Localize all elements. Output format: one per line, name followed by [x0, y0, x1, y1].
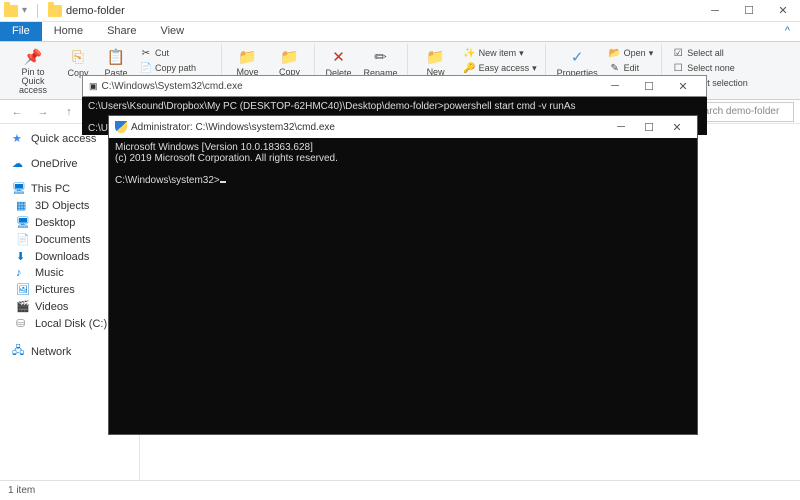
tab-home[interactable]: Home — [42, 22, 95, 41]
ribbon-expand-icon[interactable]: ^ — [775, 22, 800, 41]
minimize-button[interactable]: ─ — [698, 0, 732, 22]
item-count: 1 item — [8, 485, 35, 496]
explorer-titlebar: ▾ demo-folder ─ ☐ ✕ — [0, 0, 800, 22]
desktop-icon: 🖥 — [16, 216, 30, 229]
tab-view[interactable]: View — [148, 22, 196, 41]
cmd-icon: ▣ — [89, 81, 98, 92]
close-button[interactable]: ✕ — [766, 0, 800, 22]
folder-icon — [4, 5, 18, 17]
nav-back-button[interactable]: ← — [6, 102, 28, 122]
cmd-window-admin: Administrator: C:\Windows\system32\cmd.e… — [108, 115, 698, 435]
copy-path-button[interactable]: 📄Copy path — [138, 61, 215, 75]
star-icon: ★ — [12, 132, 26, 145]
open-button[interactable]: 📂Open ▾ — [607, 46, 656, 60]
nav-up-button[interactable]: ↑ — [58, 102, 80, 122]
cube-icon: ▦ — [16, 199, 30, 212]
tab-share[interactable]: Share — [95, 22, 148, 41]
cmd2-titlebar[interactable]: Administrator: C:\Windows\system32\cmd.e… — [109, 116, 697, 138]
cmd2-output[interactable]: Microsoft Windows [Version 10.0.18363.62… — [109, 138, 697, 434]
cut-button[interactable]: ✂Cut — [138, 46, 215, 60]
music-icon: ♪ — [16, 267, 30, 279]
close-button[interactable]: ✕ — [663, 116, 691, 138]
select-none-button[interactable]: ☐Select none — [670, 61, 750, 75]
pin-quick-access-button[interactable]: 📌Pin to Quick access — [10, 46, 56, 96]
tab-file[interactable]: File — [0, 22, 42, 41]
edit-button[interactable]: ✎Edit — [607, 61, 656, 75]
cmd2-title-text: Administrator: C:\Windows\system32\cmd.e… — [131, 122, 335, 133]
disk-icon: ⛁ — [16, 317, 30, 330]
cloud-icon: ☁ — [12, 157, 26, 170]
select-all-button[interactable]: ☑Select all — [670, 46, 750, 60]
qat-spacer: ▾ — [22, 5, 27, 16]
video-icon: 🎬 — [16, 300, 30, 313]
uac-shield-icon — [115, 121, 127, 133]
ribbon-tabs: File Home Share View ^ — [0, 22, 800, 42]
maximize-button[interactable]: ☐ — [635, 116, 663, 138]
pc-icon: 🖥 — [12, 182, 26, 195]
cmd1-title-text: C:\Windows\System32\cmd.exe — [102, 81, 243, 92]
minimize-button[interactable]: ─ — [607, 116, 635, 138]
maximize-button[interactable]: ☐ — [732, 0, 766, 22]
picture-icon: 🖼 — [16, 283, 30, 296]
easy-access-button[interactable]: 🔑Easy access ▾ — [462, 61, 539, 75]
new-item-button[interactable]: ✨New item ▾ — [462, 46, 539, 60]
cmd1-titlebar[interactable]: ▣ C:\Windows\System32\cmd.exe ─ ☐ ✕ — [82, 75, 707, 97]
download-icon: ⬇ — [16, 250, 30, 263]
folder-icon — [48, 5, 62, 17]
network-icon: 🖧 — [12, 342, 26, 361]
close-button[interactable]: ✕ — [666, 75, 700, 97]
nav-forward-button[interactable]: → — [32, 102, 54, 122]
document-icon: 📄 — [16, 233, 30, 246]
status-bar: 1 item — [0, 480, 800, 500]
cursor — [220, 181, 226, 183]
maximize-button[interactable]: ☐ — [632, 75, 666, 97]
window-title: demo-folder — [66, 5, 125, 17]
minimize-button[interactable]: ─ — [598, 75, 632, 97]
